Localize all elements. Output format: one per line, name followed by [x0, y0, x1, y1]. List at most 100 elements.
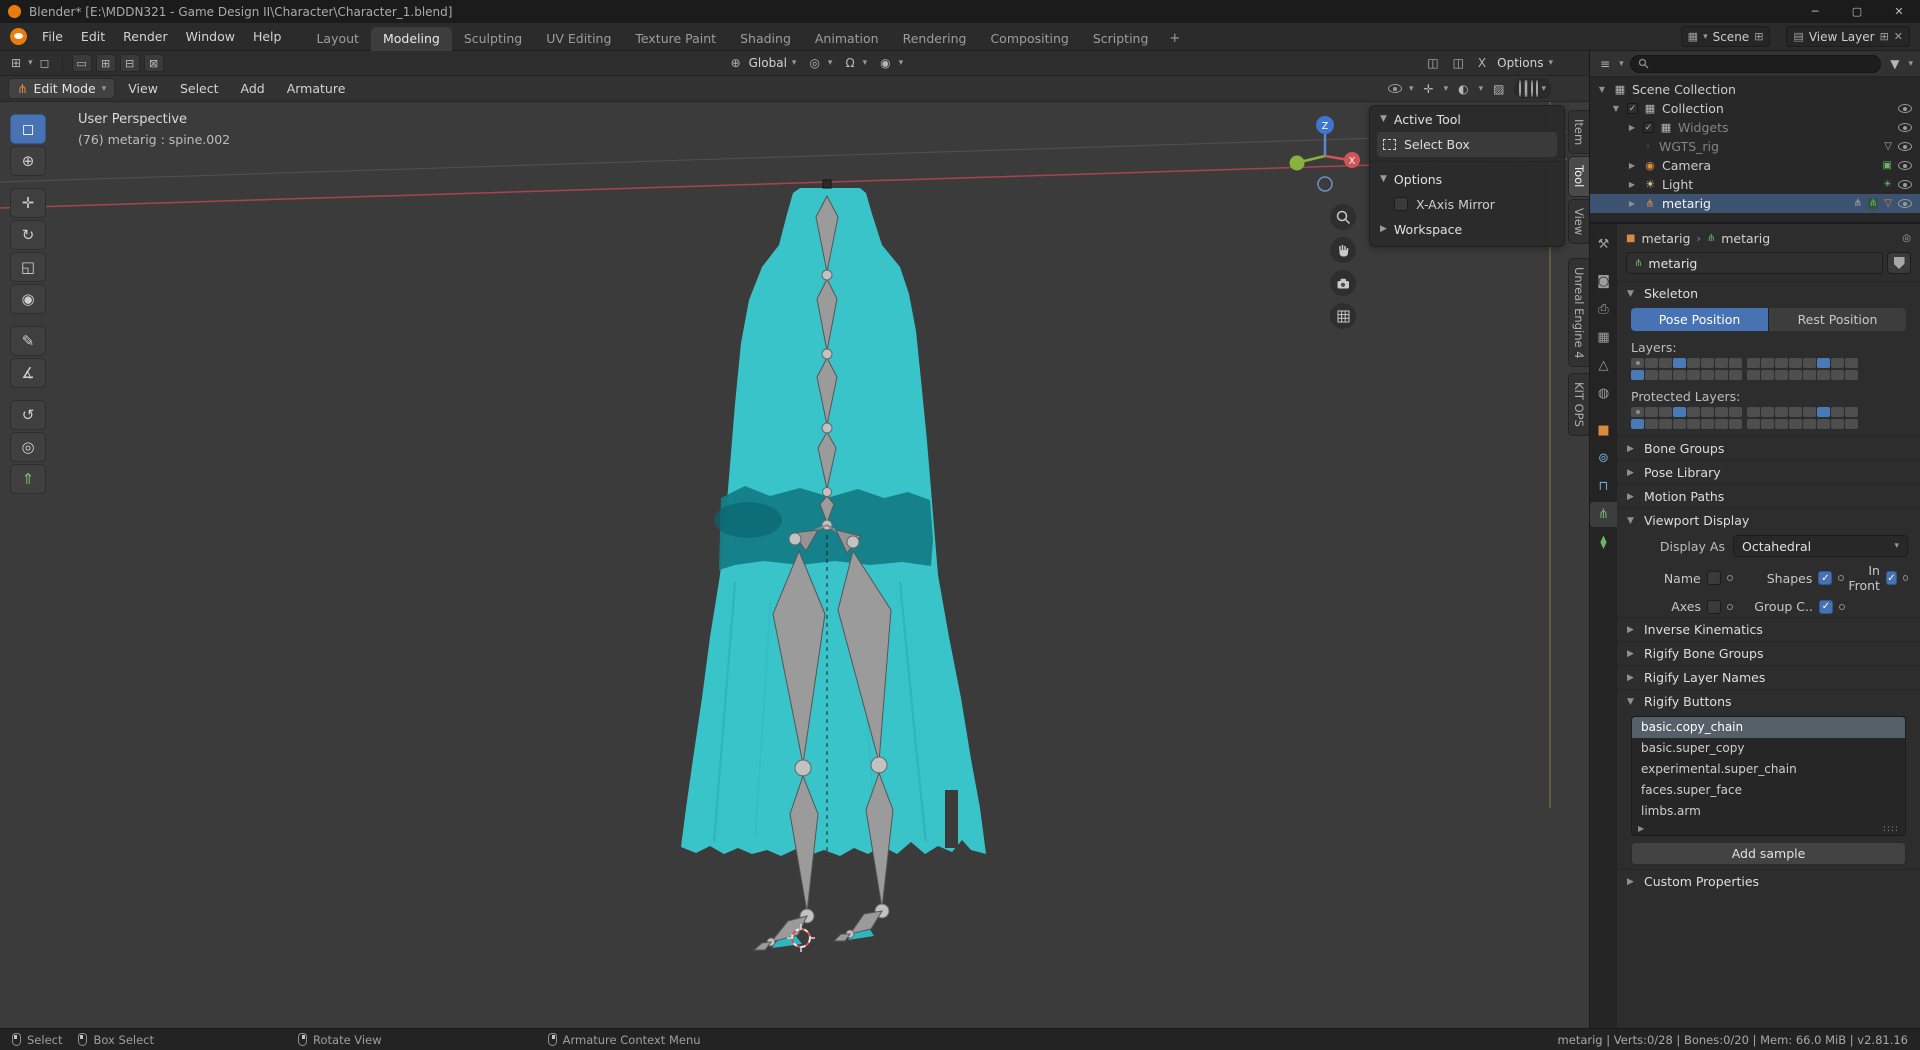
layer-toggle[interactable]	[1659, 370, 1672, 380]
pan-button[interactable]	[1330, 237, 1356, 263]
gizmo-minus-z-axis[interactable]	[1318, 177, 1332, 191]
layer-toggle[interactable]	[1659, 419, 1672, 429]
tab-tool[interactable]: ⚒	[1590, 232, 1617, 257]
xray-toggle-icon[interactable]: ▨	[1490, 82, 1507, 96]
shapes-checkbox[interactable]	[1818, 571, 1832, 585]
layer-toggle[interactable]	[1715, 407, 1728, 417]
layer-toggle[interactable]	[1645, 407, 1658, 417]
workspace-scripting[interactable]: Scripting	[1081, 27, 1161, 51]
layer-toggle[interactable]	[1747, 407, 1760, 417]
workspace-sculpting[interactable]: Sculpting	[452, 27, 534, 51]
layer-toggle[interactable]	[1645, 358, 1658, 368]
hide-eye-icon[interactable]	[1898, 199, 1912, 208]
tab-tool[interactable]: Tool	[1568, 156, 1589, 196]
layer-toggle[interactable]	[1789, 407, 1802, 417]
breadcrumb-data[interactable]: metarig	[1721, 231, 1770, 246]
menu-add[interactable]: Add	[232, 75, 274, 103]
layer-toggle[interactable]	[1729, 370, 1742, 380]
tool-select-box[interactable]: ◻	[10, 114, 46, 144]
layer-toggle[interactable]	[1715, 419, 1728, 429]
layer-toggle[interactable]	[1761, 407, 1774, 417]
minimize-button[interactable]: ─	[1794, 0, 1836, 23]
list-item[interactable]: limbs.arm	[1632, 801, 1905, 822]
outliner-row-collection[interactable]: ▼ ✓ ▦ Collection	[1590, 99, 1920, 118]
tab-view-layer[interactable]: ▦	[1590, 325, 1617, 350]
layer-toggle[interactable]	[1687, 370, 1700, 380]
hide-eye-icon[interactable]	[1898, 142, 1912, 151]
section-motion-paths[interactable]: ▶ Motion Paths	[1617, 484, 1920, 508]
display-as-dropdown[interactable]: Octahedral ▾	[1733, 535, 1908, 557]
layer-toggle[interactable]	[1729, 358, 1742, 368]
layer-toggle[interactable]	[1673, 407, 1686, 417]
in-front-checkbox[interactable]	[1886, 571, 1897, 585]
layer-toggle[interactable]	[1631, 358, 1644, 368]
active-tool-item[interactable]: Select Box	[1377, 132, 1557, 157]
section-inverse-kinematics[interactable]: ▶ Inverse Kinematics	[1617, 617, 1920, 641]
active-tool-icon[interactable]: ◻	[37, 56, 53, 70]
layer-toggle[interactable]	[1701, 370, 1714, 380]
hide-eye-icon[interactable]	[1898, 161, 1912, 170]
tool-bone-envelope[interactable]: ◎	[10, 432, 46, 462]
tool-roll[interactable]: ↺	[10, 400, 46, 430]
options-panel-header[interactable]: ▼ Options	[1370, 166, 1564, 192]
tab-bone[interactable]: ⧫	[1590, 530, 1617, 555]
tab-object[interactable]: ■	[1590, 418, 1617, 443]
camera-view-button[interactable]	[1330, 270, 1356, 296]
tab-unreal-engine[interactable]: Unreal Engine 4	[1568, 258, 1589, 368]
blender-menu-icon[interactable]	[10, 28, 27, 45]
layer-toggle[interactable]	[1761, 419, 1774, 429]
scene-selector[interactable]: ▦ ▾ Scene ⊞	[1681, 26, 1771, 47]
section-skeleton[interactable]: ▼ Skeleton	[1617, 281, 1920, 305]
options-dropdown[interactable]: Options ▾	[1497, 56, 1553, 70]
layer-toggle[interactable]	[1645, 370, 1658, 380]
layer-toggle[interactable]	[1687, 419, 1700, 429]
layer-toggle[interactable]	[1831, 407, 1844, 417]
hide-eye-icon[interactable]	[1898, 180, 1912, 189]
list-item[interactable]: basic.copy_chain	[1632, 717, 1905, 738]
outliner-search[interactable]	[1630, 55, 1882, 73]
tab-scene[interactable]: △	[1590, 353, 1617, 378]
section-pose-library[interactable]: ▶ Pose Library	[1617, 460, 1920, 484]
layer-toggle[interactable]	[1789, 419, 1802, 429]
layer-toggle[interactable]	[1817, 358, 1830, 368]
menu-select[interactable]: Select	[171, 75, 228, 103]
pose-position-button[interactable]: Pose Position	[1631, 308, 1768, 331]
menu-edit[interactable]: Edit	[72, 23, 114, 51]
new-scene-icon[interactable]: ⊞	[1754, 30, 1763, 43]
close-button[interactable]: ✕	[1878, 0, 1920, 23]
list-item[interactable]: experimental.super_chain	[1632, 759, 1905, 780]
collection-checkbox[interactable]: ✓	[1643, 122, 1654, 133]
pin-icon[interactable]: ◎	[1902, 233, 1911, 244]
snap-toggle[interactable]: Ω ▾	[842, 56, 867, 70]
expand-arrow-icon[interactable]: ▼	[1596, 85, 1608, 94]
expand-arrow-icon[interactable]: ▶	[1626, 180, 1638, 189]
layer-toggle[interactable]	[1631, 370, 1644, 380]
workspace-texture-paint[interactable]: Texture Paint	[623, 27, 728, 51]
layer-toggle[interactable]	[1831, 370, 1844, 380]
tool-rotate[interactable]: ↻	[10, 220, 46, 250]
select-mode-subtract-icon[interactable]: ⊟	[120, 54, 140, 72]
section-rigify-bone-groups[interactable]: ▶ Rigify Bone Groups	[1617, 641, 1920, 665]
tool-transform[interactable]: ◉	[10, 284, 46, 314]
list-item[interactable]: basic.super_copy	[1632, 738, 1905, 759]
expand-arrow-icon[interactable]: ▶	[1626, 199, 1638, 208]
hide-eye-icon[interactable]	[1898, 104, 1912, 113]
pivot-point-dropdown[interactable]: ◎ ▾	[806, 56, 832, 70]
tab-constraints[interactable]: ⊓	[1590, 474, 1617, 499]
decorator-icon[interactable]	[1903, 575, 1908, 581]
hide-eye-icon[interactable]	[1898, 123, 1912, 132]
menu-render[interactable]: Render	[114, 23, 177, 51]
workspace-uv-editing[interactable]: UV Editing	[534, 27, 623, 51]
menu-window[interactable]: Window	[177, 23, 244, 51]
gizmos-icon[interactable]: ✛	[1421, 82, 1437, 96]
group-colors-checkbox[interactable]	[1819, 600, 1833, 614]
zoom-button[interactable]	[1330, 204, 1356, 230]
expand-arrow-icon[interactable]: ▶	[1626, 161, 1638, 170]
outliner-editor-icon[interactable]: ≡	[1597, 57, 1613, 71]
layer-toggle[interactable]	[1659, 407, 1672, 417]
remove-view-layer-icon[interactable]: ✕	[1894, 30, 1903, 43]
workspace-compositing[interactable]: Compositing	[978, 27, 1080, 51]
layer-toggle[interactable]	[1845, 370, 1858, 380]
layer-toggle[interactable]	[1729, 407, 1742, 417]
active-tool-panel-header[interactable]: ▼ Active Tool	[1370, 106, 1564, 132]
